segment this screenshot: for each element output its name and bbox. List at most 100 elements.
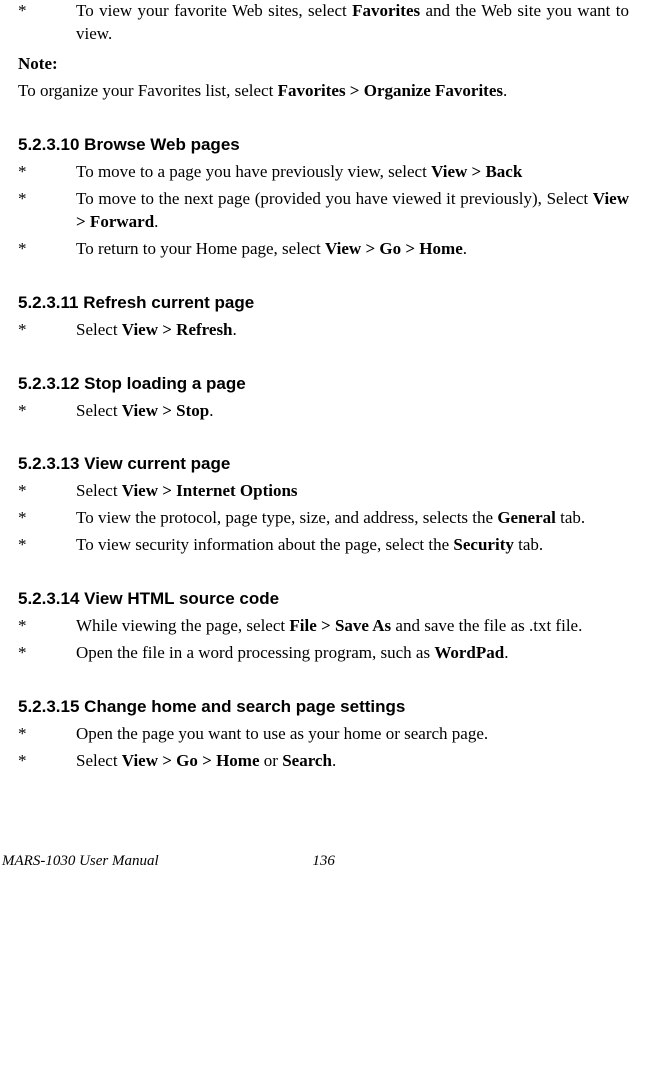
footer-doc-title: MARS-1030 User Manual	[2, 853, 159, 870]
bullet-marker: *	[18, 507, 76, 530]
bullet-text: To return to your Home page, select View…	[76, 238, 629, 261]
list-item: * Select View > Stop.	[18, 400, 629, 423]
text-run: To move to a page you have previously vi…	[76, 162, 431, 181]
section-5-2-3-13: 5.2.3.13 View current page * Select View…	[18, 454, 629, 557]
bullet-marker: *	[18, 238, 76, 261]
text-bold: Search	[282, 751, 332, 770]
bullet-text: To move to a page you have previously vi…	[76, 161, 629, 184]
text-run: To organize your Favorites list, select	[18, 81, 278, 100]
bullet-marker: *	[18, 188, 76, 234]
bullet-marker: *	[18, 723, 76, 746]
document-page: * To view your favorite Web sites, selec…	[0, 0, 647, 773]
text-bold: View > Go > Home	[122, 751, 260, 770]
bullet-text: Open the file in a word processing progr…	[76, 642, 629, 665]
section-5-2-3-12: 5.2.3.12 Stop loading a page * Select Vi…	[18, 374, 629, 423]
text-bold: View > Back	[431, 162, 522, 181]
list-item: * To return to your Home page, select Vi…	[18, 238, 629, 261]
text-run: .	[332, 751, 336, 770]
text-run: tab.	[514, 535, 543, 554]
bullet-list: * To move to a page you have previously …	[18, 161, 629, 261]
bullet-list: * While viewing the page, select File > …	[18, 615, 629, 665]
list-item: * To move to the next page (provided you…	[18, 188, 629, 234]
bullet-marker: *	[18, 161, 76, 184]
text-run: .	[503, 81, 507, 100]
note-label: Note:	[18, 54, 629, 74]
bullet-marker: *	[18, 319, 76, 342]
bullet-marker: *	[18, 400, 76, 423]
list-item: * To view the protocol, page type, size,…	[18, 507, 629, 530]
text-bold: View > Refresh	[122, 320, 233, 339]
text-bold: Security	[453, 535, 513, 554]
bullet-list: * Open the page you want to use as your …	[18, 723, 629, 773]
section-heading: 5.2.3.11 Refresh current page	[18, 293, 629, 313]
text-bold: File > Save As	[289, 616, 391, 635]
section-heading: 5.2.3.10 Browse Web pages	[18, 135, 629, 155]
bullet-list: * Select View > Internet Options * To vi…	[18, 480, 629, 557]
bullet-text: Select View > Refresh.	[76, 319, 629, 342]
text-run: Open the page you want to use as your ho…	[76, 724, 488, 743]
text-run: Select	[76, 320, 122, 339]
list-item: * Open the page you want to use as your …	[18, 723, 629, 746]
text-run: While viewing the page, select	[76, 616, 289, 635]
bullet-marker: *	[18, 480, 76, 503]
text-run: .	[463, 239, 467, 258]
list-item: * To move to a page you have previously …	[18, 161, 629, 184]
section-5-2-3-14: 5.2.3.14 View HTML source code * While v…	[18, 589, 629, 665]
text-run: tab.	[556, 508, 585, 527]
bullet-text: Select View > Go > Home or Search.	[76, 750, 629, 773]
bullet-text: To view the protocol, page type, size, a…	[76, 507, 629, 530]
text-run: Open the file in a word processing progr…	[76, 643, 434, 662]
text-run: To move to the next page (provided you h…	[76, 189, 593, 208]
list-item: * Open the file in a word processing pro…	[18, 642, 629, 665]
text-run: To view the protocol, page type, size, a…	[76, 508, 497, 527]
note-text: To organize your Favorites list, select …	[18, 80, 629, 103]
bullet-marker: *	[18, 0, 76, 46]
bullet-text: While viewing the page, select File > Sa…	[76, 615, 629, 638]
text-bold: View > Internet Options	[122, 481, 298, 500]
list-item: * Select View > Refresh.	[18, 319, 629, 342]
text-bold: View > Go > Home	[325, 239, 463, 258]
text-run: Select	[76, 751, 122, 770]
list-item: * To view your favorite Web sites, selec…	[18, 0, 629, 46]
bullet-text: Open the page you want to use as your ho…	[76, 723, 629, 746]
text-run: .	[233, 320, 237, 339]
text-run: .	[154, 212, 158, 231]
section-5-2-3-15: 5.2.3.15 Change home and search page set…	[18, 697, 629, 773]
text-run: and save the file as .txt file.	[391, 616, 582, 635]
section-heading: 5.2.3.14 View HTML source code	[18, 589, 629, 609]
text-run: To return to your Home page, select	[76, 239, 325, 258]
section-5-2-3-11: 5.2.3.11 Refresh current page * Select V…	[18, 293, 629, 342]
bullet-list: * Select View > Stop.	[18, 400, 629, 423]
text-run: To view security information about the p…	[76, 535, 453, 554]
list-item: * To view security information about the…	[18, 534, 629, 557]
text-bold: WordPad	[434, 643, 504, 662]
section-heading: 5.2.3.12 Stop loading a page	[18, 374, 629, 394]
text-run: Select	[76, 401, 122, 420]
text-bold: Favorites > Organize Favorites	[278, 81, 503, 100]
bullet-text: To view security information about the p…	[76, 534, 629, 557]
bullet-marker: *	[18, 534, 76, 557]
section-heading: 5.2.3.13 View current page	[18, 454, 629, 474]
section-5-2-3-10: 5.2.3.10 Browse Web pages * To move to a…	[18, 135, 629, 261]
footer-page-number: 136	[312, 853, 335, 870]
intro-bullet-list: * To view your favorite Web sites, selec…	[18, 0, 629, 46]
bullet-marker: *	[18, 750, 76, 773]
list-item: * Select View > Go > Home or Search.	[18, 750, 629, 773]
bullet-text: Select View > Stop.	[76, 400, 629, 423]
text-run: To view your favorite Web sites, select	[76, 1, 352, 20]
list-item: * Select View > Internet Options	[18, 480, 629, 503]
section-heading: 5.2.3.15 Change home and search page set…	[18, 697, 629, 717]
bullet-list: * Select View > Refresh.	[18, 319, 629, 342]
text-run: .	[209, 401, 213, 420]
text-run: Select	[76, 481, 122, 500]
bullet-marker: *	[18, 642, 76, 665]
bullet-text: To view your favorite Web sites, select …	[76, 0, 629, 46]
text-run: .	[504, 643, 508, 662]
list-item: * While viewing the page, select File > …	[18, 615, 629, 638]
text-bold: General	[497, 508, 556, 527]
bullet-text: To move to the next page (provided you h…	[76, 188, 629, 234]
bullet-text: Select View > Internet Options	[76, 480, 629, 503]
bullet-marker: *	[18, 615, 76, 638]
page-footer: MARS-1030 User Manual 136	[0, 853, 647, 882]
text-run: or	[260, 751, 283, 770]
